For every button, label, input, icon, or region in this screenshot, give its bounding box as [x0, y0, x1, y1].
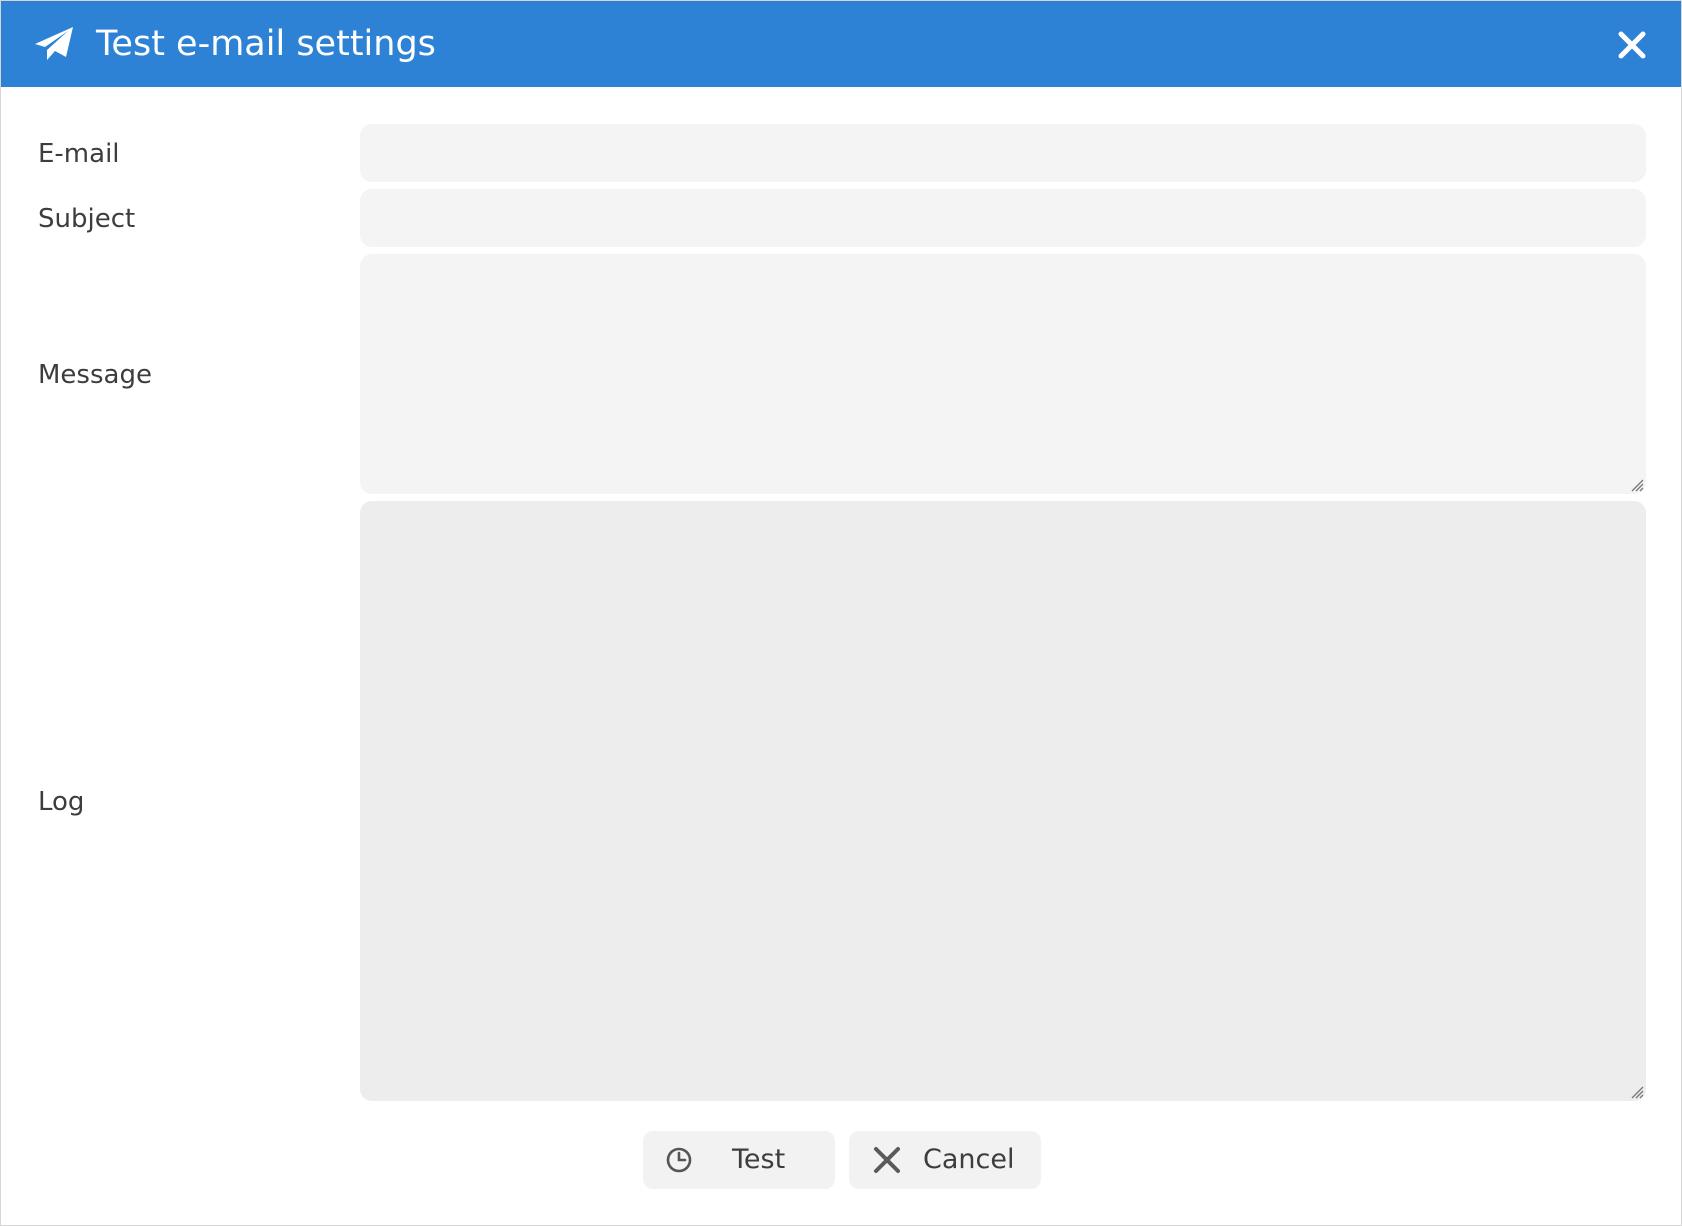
subject-input[interactable] [360, 189, 1646, 247]
dialog-title: Test e-mail settings [96, 24, 436, 64]
paper-plane-icon [35, 27, 73, 60]
cancel-button-label: Cancel [923, 1144, 1015, 1175]
test-button[interactable]: Test [643, 1131, 835, 1189]
x-icon [874, 1147, 900, 1173]
email-input[interactable] [360, 124, 1646, 182]
test-email-dialog: Test e-mail settings E-mail Subject Mess… [0, 0, 1682, 1226]
message-textarea[interactable] [360, 254, 1646, 494]
message-label: Message [38, 360, 152, 390]
log-textarea[interactable] [360, 501, 1646, 1101]
close-icon[interactable] [1612, 25, 1652, 65]
test-button-label: Test [732, 1144, 786, 1175]
log-label: Log [38, 787, 85, 817]
cancel-button[interactable]: Cancel [849, 1131, 1041, 1189]
dialog-titlebar: Test e-mail settings [1, 1, 1681, 87]
subject-label: Subject [38, 204, 136, 234]
email-label: E-mail [38, 139, 120, 169]
clock-icon [666, 1147, 692, 1173]
